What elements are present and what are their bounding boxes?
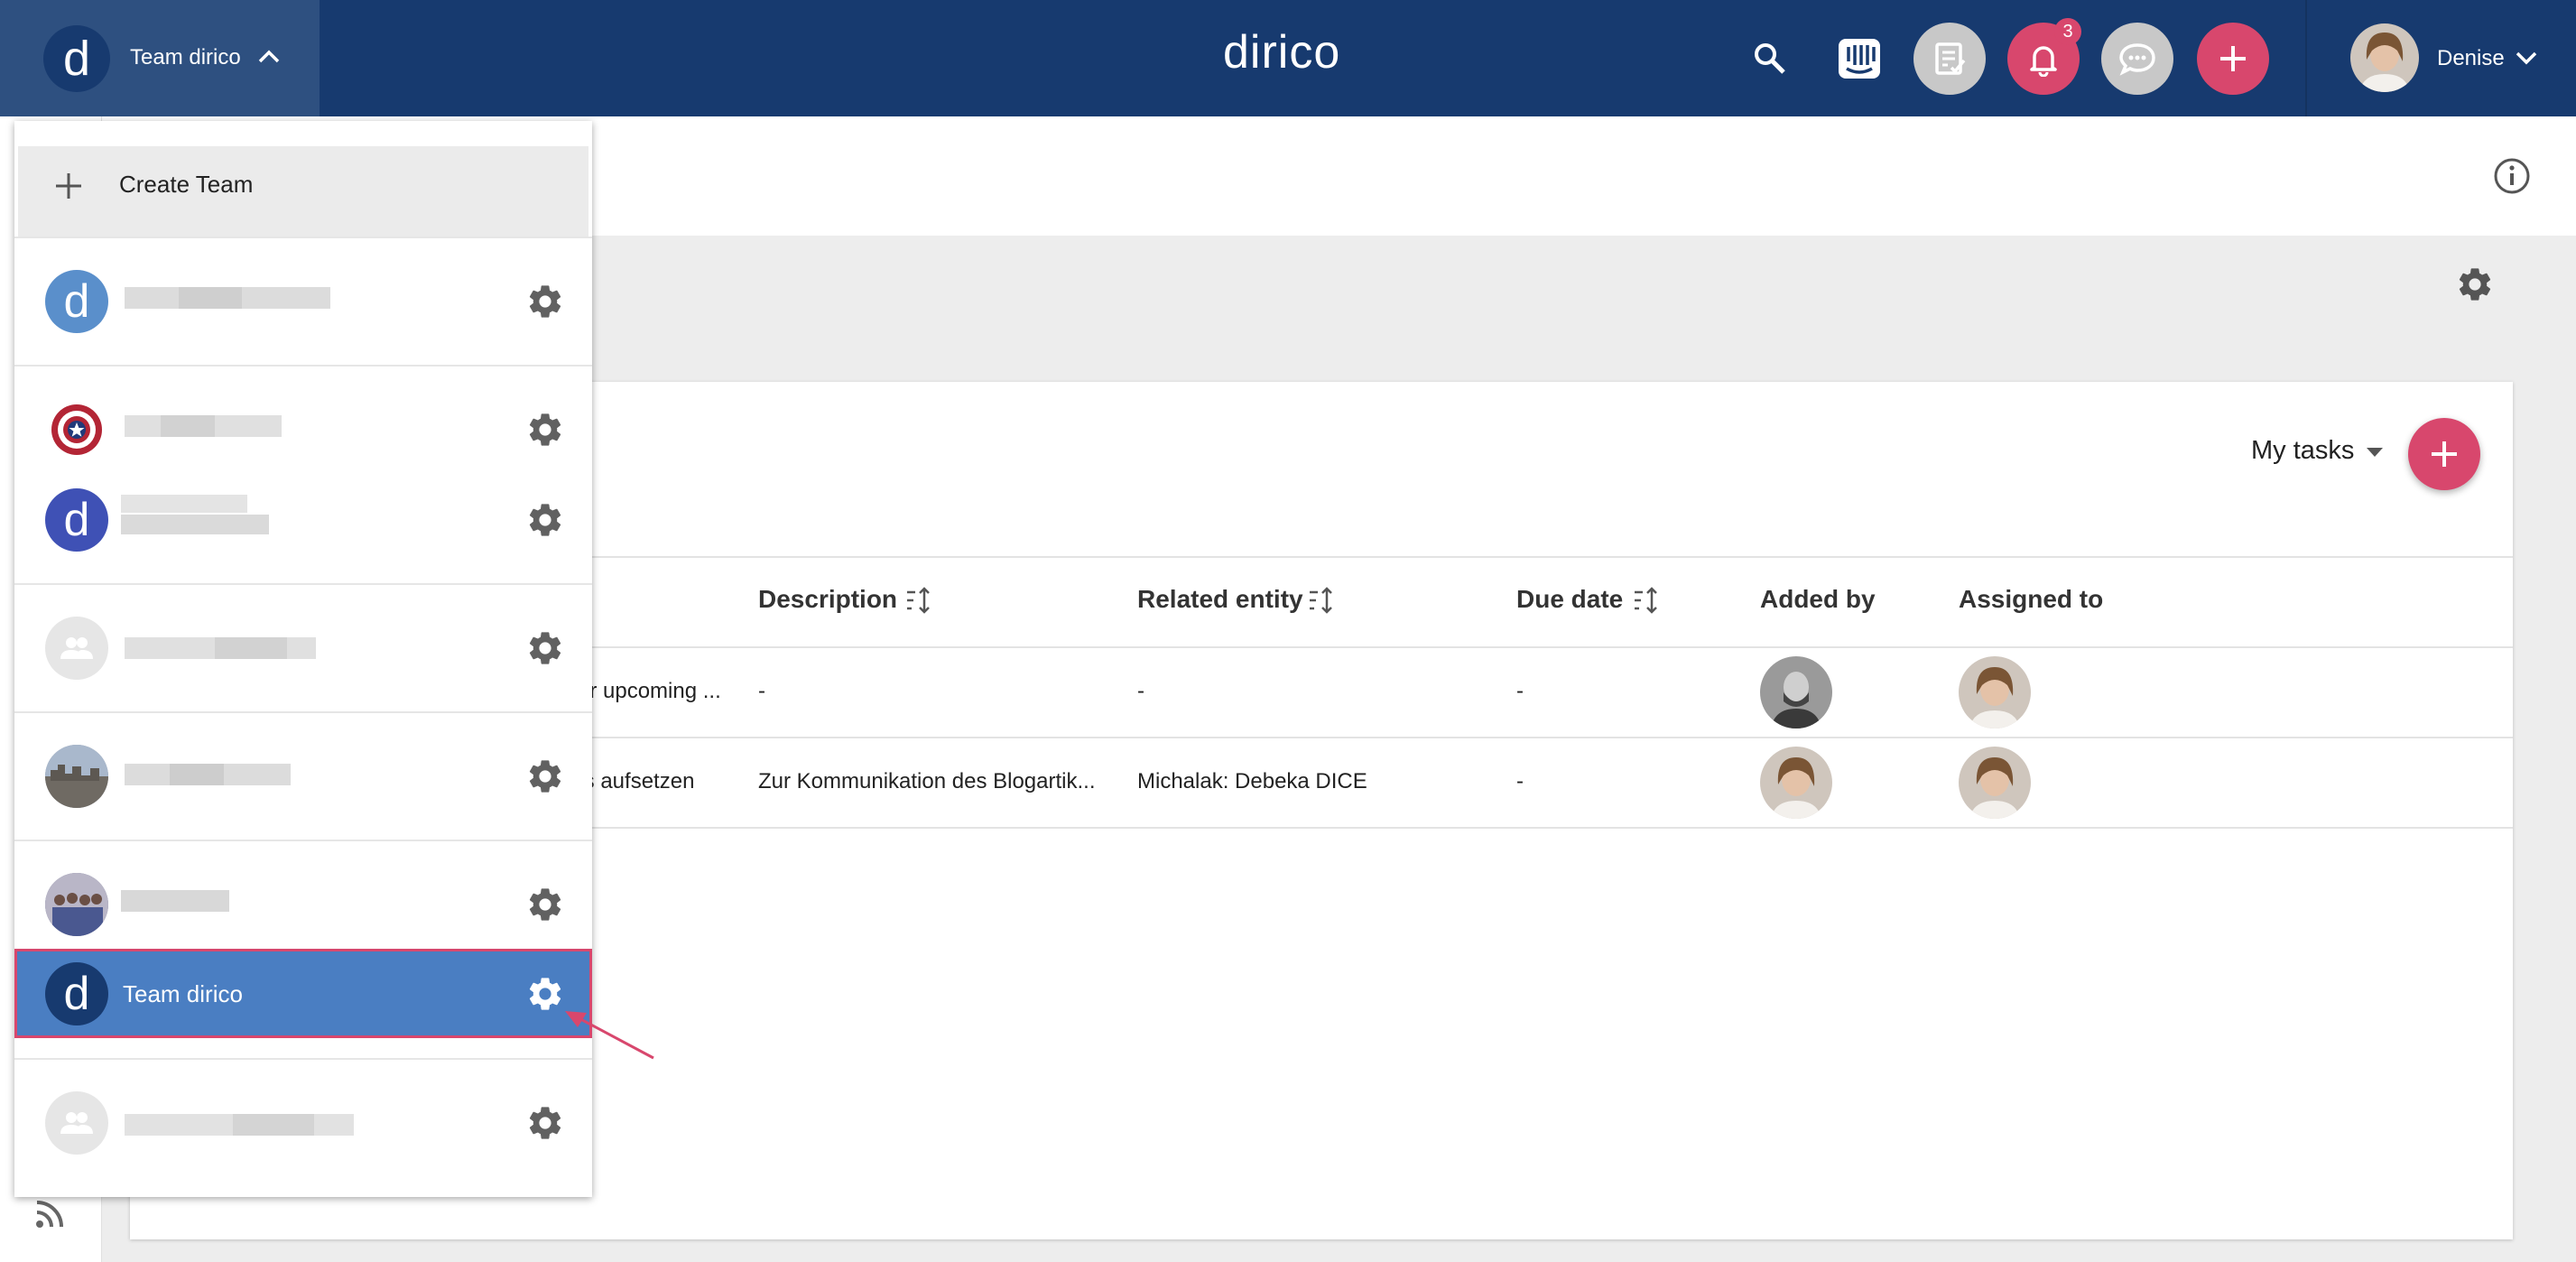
team-logo [45, 873, 108, 936]
gear-icon[interactable] [525, 282, 565, 321]
column-header-assigned-to: Assigned to [1959, 585, 2104, 613]
create-button[interactable] [2197, 23, 2269, 95]
menu-divider [14, 237, 592, 238]
assigned-to-avatar[interactable] [1959, 747, 2031, 819]
menu-divider [14, 711, 592, 713]
chat-bubble-icon [2119, 43, 2155, 76]
sort-icon[interactable] [1307, 585, 1338, 616]
plus-icon [2432, 441, 2457, 467]
team-name-redacted[interactable] [125, 415, 282, 437]
task-description: - [758, 679, 765, 703]
dropdown-arrow-icon[interactable] [2365, 446, 2385, 459]
task-description: Zur Kommunikation des Blogartik... [758, 769, 1096, 793]
add-task-button[interactable] [2408, 418, 2480, 490]
column-header-due-date[interactable]: Due date [1516, 585, 1623, 614]
notification-count-badge: 3 [2054, 18, 2081, 45]
menu-divider [14, 840, 592, 841]
team-name-redacted[interactable] [125, 287, 330, 309]
task-related-entity[interactable]: Michalak: Debeka DICE [1137, 769, 1367, 794]
column-header-added-by: Added by [1760, 585, 1876, 613]
task-title[interactable]: or upcoming ... [578, 679, 721, 704]
task-due-date: - [1516, 769, 1524, 793]
gear-icon[interactable] [525, 1103, 565, 1143]
create-team-button[interactable] [18, 146, 588, 237]
menu-divider [14, 1058, 592, 1060]
task-list-icon [1935, 42, 1966, 75]
sort-icon[interactable] [904, 585, 935, 616]
sort-icon[interactable] [1632, 585, 1663, 616]
column-header-related-entity[interactable]: Related entity [1137, 585, 1303, 614]
menu-divider [14, 583, 592, 585]
assigned-to-avatar[interactable] [1959, 656, 2031, 728]
group-icon [60, 637, 93, 659]
column-header-description[interactable]: Description [758, 585, 897, 614]
team-logo [45, 398, 108, 461]
added-by-avatar[interactable] [1760, 656, 1832, 728]
info-icon[interactable] [2493, 157, 2531, 195]
task-due-date: - [1516, 679, 1524, 703]
team-logo: d [43, 25, 110, 92]
brand-logo[interactable]: dirico [1223, 25, 1340, 79]
team-logo [45, 617, 108, 680]
intercom-icon[interactable] [1838, 38, 1881, 79]
create-team-label: Create Team [119, 171, 254, 198]
chevron-up-icon [258, 50, 280, 63]
added-by-avatar[interactable] [1760, 747, 1832, 819]
settings-gear-icon[interactable] [2455, 264, 2495, 304]
task-title[interactable]: ts aufsetzen [578, 769, 694, 794]
gear-icon[interactable] [525, 410, 565, 450]
gear-icon[interactable] [525, 500, 565, 540]
header-divider [2305, 0, 2307, 116]
rss-icon[interactable] [34, 1199, 65, 1230]
team-name-redacted[interactable] [125, 637, 316, 659]
team-logo [45, 745, 108, 808]
bell-icon [2030, 46, 2057, 77]
team-name-redacted[interactable] [121, 495, 269, 534]
current-team-name: Team dirico [130, 45, 241, 70]
team-name-redacted[interactable] [125, 764, 291, 785]
task-filter-select[interactable]: My tasks [2251, 436, 2354, 466]
team-logo [45, 1091, 108, 1155]
user-avatar[interactable] [2350, 23, 2419, 92]
task-related-entity: - [1137, 679, 1144, 703]
menu-divider [14, 365, 592, 367]
tasks-button[interactable] [1913, 23, 1986, 95]
plus-icon [2220, 46, 2246, 71]
gear-icon[interactable] [525, 756, 565, 796]
plus-icon [56, 173, 81, 199]
gear-icon[interactable] [525, 885, 565, 924]
team-name-redacted[interactable] [121, 890, 229, 912]
team-logo: d [45, 270, 108, 333]
team-name: Team dirico [123, 980, 243, 1007]
search-icon[interactable] [1751, 40, 1787, 76]
chevron-down-icon[interactable] [2515, 50, 2538, 66]
team-logo: d [45, 488, 108, 552]
team-name-redacted[interactable] [125, 1114, 354, 1136]
gear-icon[interactable] [525, 628, 565, 668]
group-icon [60, 1112, 93, 1134]
team-switcher[interactable]: d Team dirico [0, 0, 320, 116]
team-logo: d [45, 962, 108, 1025]
chat-button[interactable] [2101, 23, 2173, 95]
user-name[interactable]: Denise [2437, 46, 2505, 71]
pointer-arrow-annotation [565, 1011, 654, 1060]
